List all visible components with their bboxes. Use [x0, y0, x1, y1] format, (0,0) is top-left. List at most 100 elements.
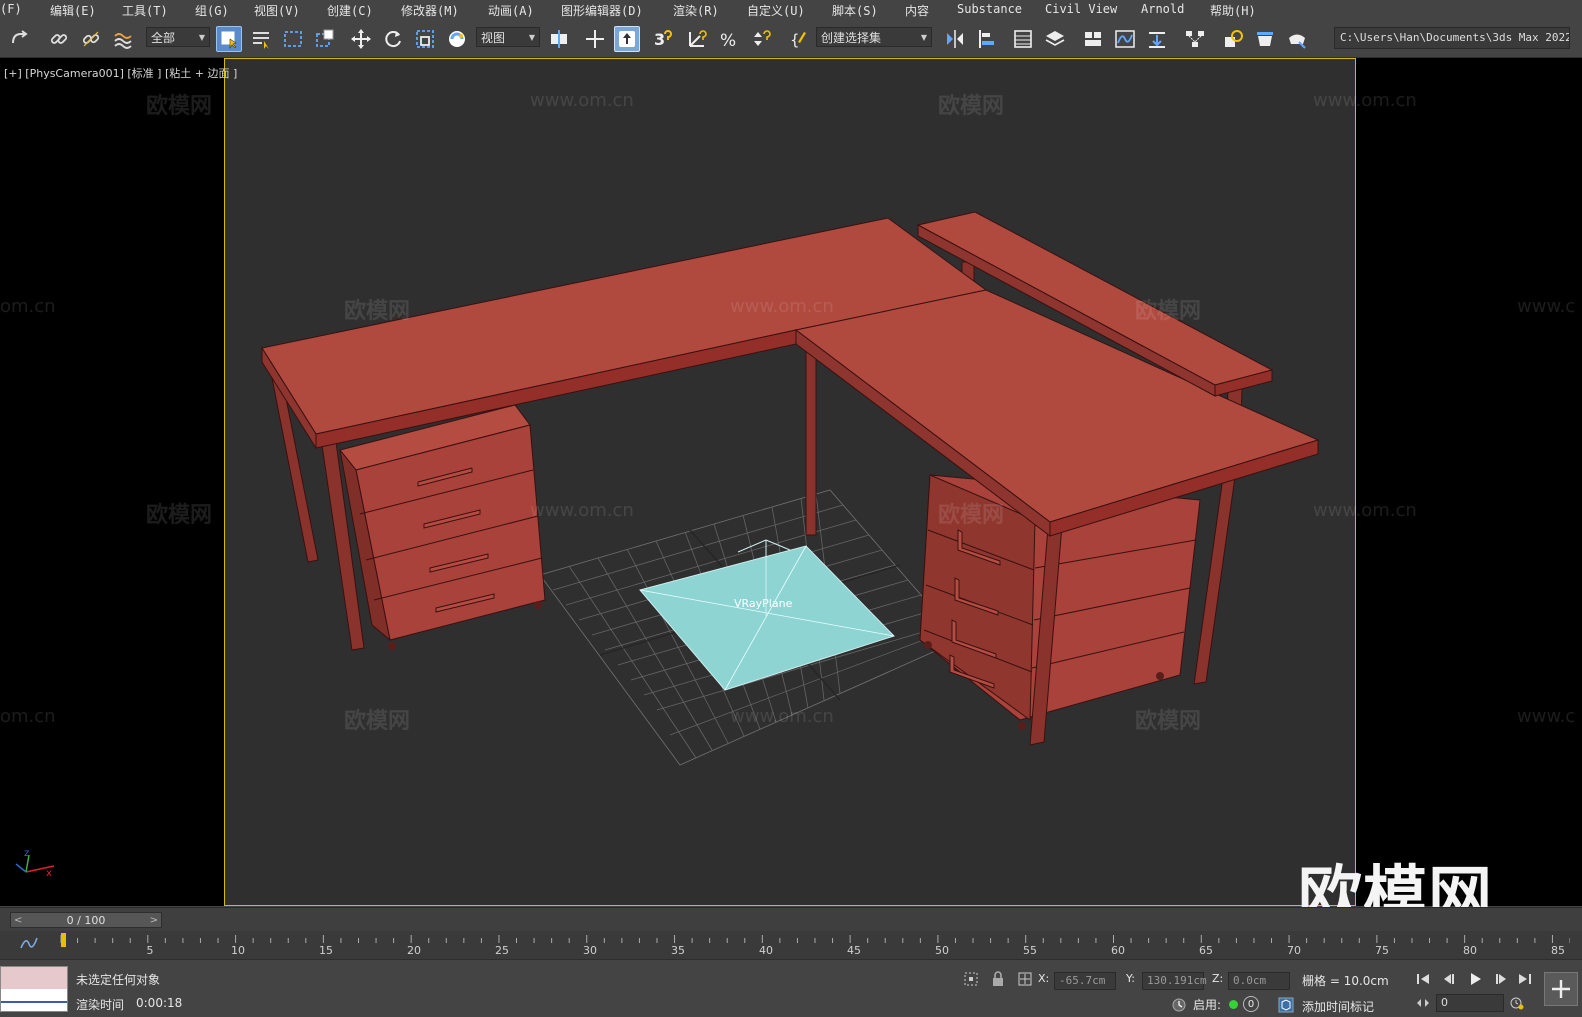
curve-editor-mini-icon[interactable] — [18, 934, 40, 952]
align-icon[interactable] — [974, 26, 1000, 52]
menu-create[interactable]: 创建(C) — [327, 2, 373, 19]
z-coord-field[interactable]: 0.0cm — [1228, 972, 1290, 990]
x-coord-label: X: — [1038, 972, 1050, 985]
rectangular-selection-icon[interactable] — [280, 26, 306, 52]
menu-edit[interactable]: 编辑(E) — [50, 2, 96, 19]
svg-text:{: { — [790, 31, 800, 49]
menu-file[interactable]: (F) — [0, 2, 22, 16]
frame-indicator[interactable] — [61, 933, 66, 947]
layer-explorer-icon[interactable] — [1042, 26, 1068, 52]
menu-scripting[interactable]: 脚本(S) — [832, 2, 878, 19]
previous-frame-icon[interactable] — [1440, 970, 1458, 988]
timeline-tick: 65 — [1199, 944, 1213, 957]
z-coord-label: Z: — [1212, 972, 1224, 985]
menu-group[interactable]: 组(G) — [195, 2, 229, 19]
absolute-mode-icon[interactable] — [1016, 970, 1034, 988]
menu-civil-view[interactable]: Civil View — [1045, 2, 1117, 16]
pivot-center-icon[interactable] — [546, 26, 572, 52]
prev-frame-icon[interactable]: < — [14, 915, 22, 926]
toggle-ribbon-icon[interactable] — [1080, 26, 1106, 52]
menu-customize[interactable]: 自定义(U) — [747, 2, 805, 19]
go-to-start-icon[interactable] — [1414, 970, 1432, 988]
select-by-name-icon[interactable] — [248, 26, 274, 52]
edit-named-selection-icon[interactable]: { — [786, 26, 812, 52]
selection-lock-icon[interactable] — [989, 970, 1007, 988]
timeline-tick: 55 — [1023, 944, 1037, 957]
window-crossing-icon[interactable] — [312, 26, 338, 52]
timeline-tick: 30 — [583, 944, 597, 957]
render-setup-icon[interactable] — [1220, 26, 1246, 52]
timeline-tick: 75 — [1375, 944, 1389, 957]
project-path-field[interactable]: C:\Users\Han\Documents\3ds Max 2022 — [1334, 27, 1570, 49]
add-time-tag-label[interactable]: 添加时间标记 — [1302, 998, 1374, 1015]
link-icon[interactable] — [46, 26, 72, 52]
redo-icon[interactable] — [6, 26, 32, 52]
menu-content[interactable]: 内容 — [905, 2, 929, 19]
curve-editor-icon[interactable] — [1112, 26, 1138, 52]
rendered-frame-window-icon[interactable] — [1252, 26, 1278, 52]
timeline-tick: 10 — [231, 944, 245, 957]
right-black-panel — [1356, 58, 1582, 906]
select-object-icon[interactable] — [216, 26, 242, 52]
maxscript-mini-listener[interactable] — [0, 966, 68, 1012]
menu-tools[interactable]: 工具(T) — [122, 2, 168, 19]
grid-spacing: 栅格 = 10.0cm — [1302, 974, 1389, 988]
y-coord-field[interactable]: 130.191cm — [1142, 972, 1207, 990]
placement-icon[interactable] — [444, 26, 470, 52]
enable-counter[interactable]: 0 — [1243, 996, 1259, 1012]
time-tag-icon[interactable] — [1277, 996, 1295, 1014]
selection-filter-dropdown[interactable]: 全部 ▼ — [146, 27, 210, 47]
menu-modifiers[interactable]: 修改器(M) — [401, 2, 459, 19]
render-time-label: 渲染时间 — [76, 998, 125, 1012]
time-configuration-icon[interactable] — [1508, 994, 1526, 1012]
percent-snap-icon[interactable]: % — [716, 26, 742, 52]
move-icon[interactable] — [348, 26, 374, 52]
timeline-tick: 70 — [1287, 944, 1301, 957]
x-coord-field[interactable]: -65.7cm — [1054, 972, 1116, 990]
isolate-selection-icon[interactable] — [962, 970, 980, 988]
timeline-tick: 5 — [146, 944, 154, 957]
time-slider[interactable]: < 0 / 100 > — [10, 912, 162, 928]
adaptive-degradation-icon[interactable] — [1170, 996, 1188, 1014]
timeline-tick: 25 — [495, 944, 509, 957]
scene-explorer-icon[interactable] — [1010, 26, 1036, 52]
play-icon[interactable] — [1466, 970, 1484, 988]
named-selection-dropdown[interactable]: 创建选择集 ▼ — [816, 27, 932, 47]
menu-help[interactable]: 帮助(H) — [1210, 2, 1256, 19]
enable-label: 启用: — [1193, 998, 1222, 1012]
mirror-icon[interactable] — [942, 26, 968, 52]
viewport-label[interactable]: [+] [PhysCamera001] [标准 ] [粘土 + 边面 ] — [4, 65, 237, 81]
track-bar[interactable]: 5 10 15 20 25 30 35 40 45 50 55 60 65 70… — [0, 931, 1582, 959]
dope-sheet-icon[interactable] — [1144, 26, 1170, 52]
go-to-end-icon[interactable] — [1516, 970, 1534, 988]
menu-substance[interactable]: Substance — [957, 2, 1022, 16]
render-production-icon[interactable] — [1284, 26, 1310, 52]
reference-coordinate-dropdown[interactable]: 视图 ▼ — [476, 27, 540, 47]
unlink-icon[interactable] — [78, 26, 104, 52]
render-time-value: 0:00:18 — [136, 996, 183, 1010]
angle-snap-icon[interactable] — [684, 26, 710, 52]
menu-rendering[interactable]: 渲染(R) — [673, 2, 719, 19]
menu-graph-editors[interactable]: 图形编辑器(D) — [561, 2, 643, 19]
menu-animation[interactable]: 动画(A) — [488, 2, 534, 19]
timeline-tick: 45 — [847, 944, 861, 957]
camera-viewport[interactable] — [224, 58, 1356, 906]
snaps-toggle-icon[interactable]: 3 — [650, 26, 676, 52]
scale-icon[interactable] — [412, 26, 438, 52]
timeline-tick: 15 — [319, 944, 333, 957]
rotate-icon[interactable] — [380, 26, 406, 52]
key-mode-icon[interactable] — [1414, 994, 1432, 1012]
menu-view[interactable]: 视图(V) — [254, 2, 300, 19]
spinner-snap-icon[interactable] — [748, 26, 774, 52]
select-manipulate-icon[interactable] — [582, 26, 608, 52]
next-frame-icon[interactable]: > — [150, 915, 158, 926]
bind-spacewarp-icon[interactable] — [110, 26, 136, 52]
timeline-tick: 40 — [759, 944, 773, 957]
current-frame-field[interactable]: 0 — [1436, 994, 1504, 1012]
next-frame-icon[interactable] — [1492, 970, 1510, 988]
timeline-ruler — [60, 935, 1570, 943]
zoom-extents-button[interactable] — [1544, 972, 1578, 1006]
menu-arnold[interactable]: Arnold — [1141, 2, 1184, 16]
keyboard-shortcut-override-icon[interactable] — [614, 26, 640, 52]
schematic-view-icon[interactable] — [1182, 26, 1208, 52]
